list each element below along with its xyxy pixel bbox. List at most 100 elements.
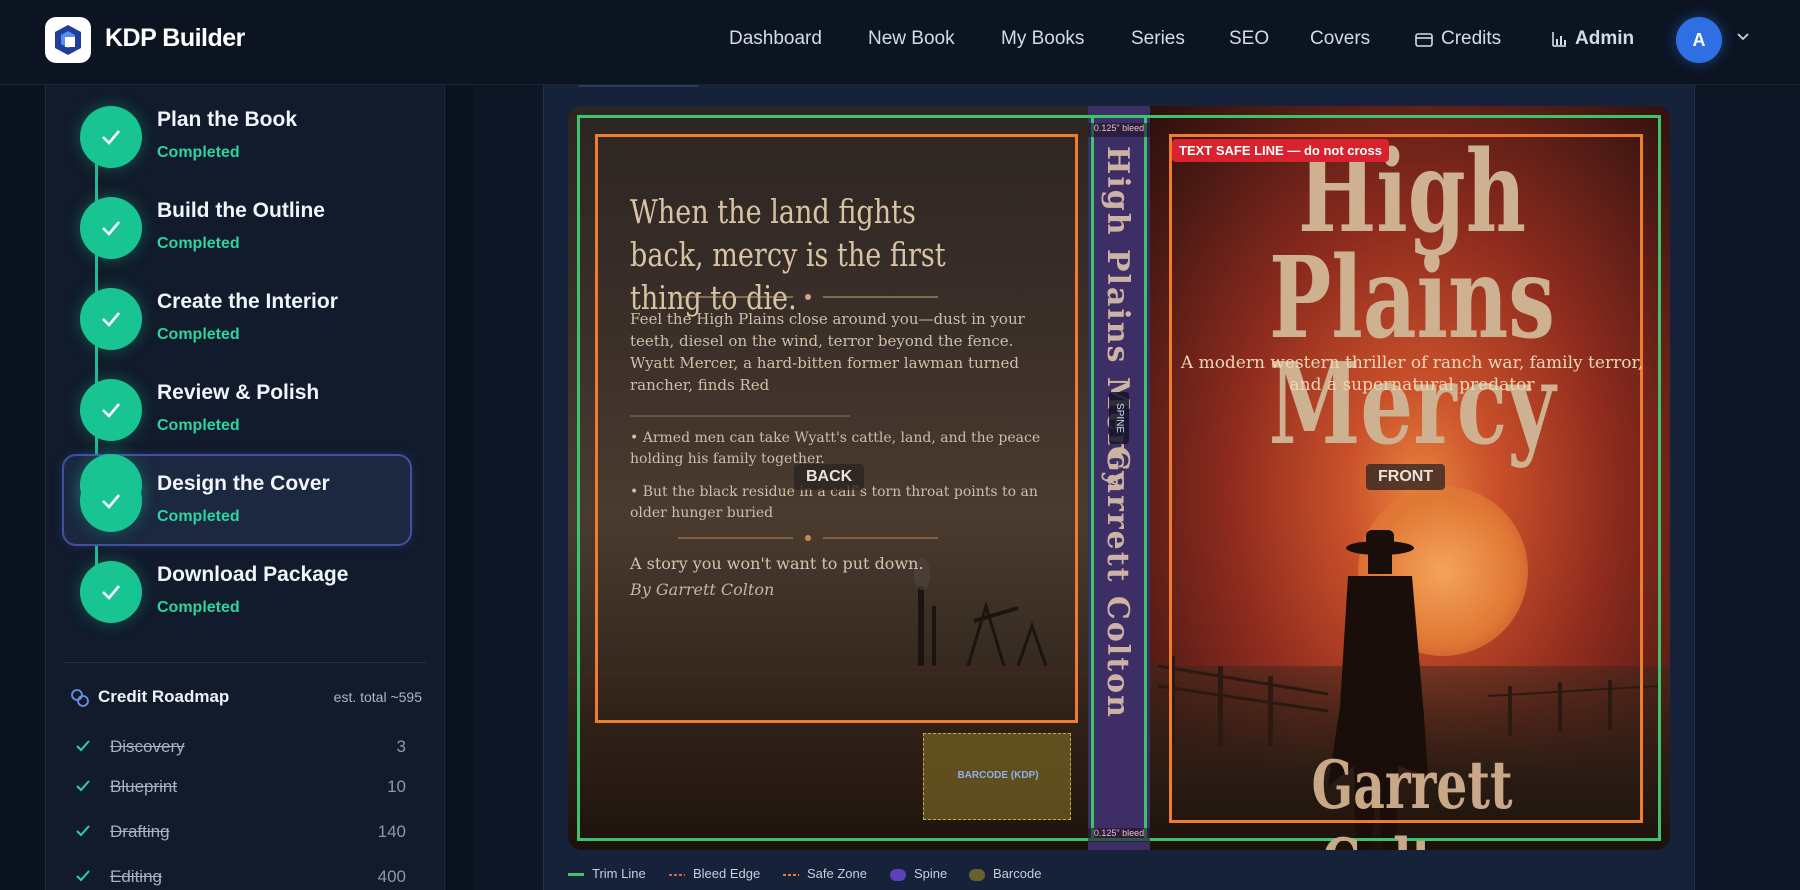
legend-trim-line: Trim Line <box>568 866 646 881</box>
dashed-line-swatch <box>783 873 799 876</box>
check-icon <box>102 494 120 509</box>
check-icon <box>76 870 90 882</box>
step-status: Completed <box>157 599 240 616</box>
step-status: Completed <box>157 144 240 161</box>
spine-author: Garrett Colton <box>1100 446 1135 719</box>
step-build-the-outline[interactable]: Build the Outline Completed <box>62 176 412 268</box>
front-subtitle: A modern western thriller of ranch war, … <box>1180 353 1644 395</box>
app-logo[interactable] <box>45 17 91 63</box>
coins-icon <box>71 689 89 707</box>
back-tagline: A story you won't want to put down. <box>630 554 924 573</box>
roadmap-item-credits: 400 <box>377 867 406 886</box>
nav-credits[interactable]: Credits <box>1415 28 1501 50</box>
roadmap-item-credits: 140 <box>377 822 406 841</box>
back-body-text: Feel the High Plains close around you—du… <box>630 310 1025 394</box>
legend-spine: Spine <box>890 866 947 881</box>
front-title-line: High Plains <box>1269 127 1555 364</box>
check-icon <box>76 740 90 752</box>
step-design-the-cover-content: Design the Cover Completed <box>62 449 412 541</box>
step-complete-badge <box>80 106 142 168</box>
step-status: Completed <box>157 326 240 343</box>
roadmap-item: Editing 400 <box>76 865 406 890</box>
cover-preview[interactable]: 0.125" bleed 0.125" bleed When the land … <box>568 106 1670 850</box>
legend-label: Barcode <box>993 866 1042 881</box>
step-review-polish[interactable]: Review & Polish Completed <box>62 358 412 450</box>
nav-new-book[interactable]: New Book <box>868 28 955 50</box>
legend-label: Trim Line <box>592 866 646 881</box>
legend-safe-zone: Safe Zone <box>783 866 867 881</box>
step-download-package[interactable]: Download Package Completed <box>62 540 412 632</box>
step-complete-badge <box>80 379 142 441</box>
step-title: Review & Polish <box>157 381 320 404</box>
brand-name[interactable]: KDP Builder <box>105 24 245 53</box>
roadmap-item-name: Blueprint <box>110 777 178 796</box>
legend-label: Safe Zone <box>807 866 867 881</box>
step-title: Build the Outline <box>157 199 325 222</box>
front-region-label: FRONT <box>1366 464 1446 490</box>
check-icon <box>76 780 90 792</box>
step-status: Completed <box>157 417 240 434</box>
nav-covers[interactable]: Covers <box>1310 28 1370 50</box>
spine-label: SPINE <box>1109 392 1129 444</box>
check-icon <box>102 130 120 145</box>
sidebar-divider <box>64 662 426 663</box>
legend-label: Spine <box>914 866 948 881</box>
front-author: Garrett Colton <box>1311 746 1513 850</box>
check-icon <box>102 585 120 600</box>
step-complete-badge <box>80 470 142 532</box>
roadmap-item-credits: 3 <box>396 737 406 756</box>
step-title: Create the Interior <box>157 290 338 313</box>
ornament-divider <box>678 294 938 300</box>
roadmap-item-credits: 10 <box>387 777 406 796</box>
spine-swatch <box>890 868 906 881</box>
legend-bleed-edge: Bleed Edge <box>669 866 760 881</box>
nav-admin-label: Admin <box>1575 28 1635 49</box>
user-avatar[interactable]: A <box>1676 17 1722 63</box>
text-safe-line-tag: TEXT SAFE LINE — do not cross <box>1172 139 1389 162</box>
credit-card-icon <box>1415 33 1433 47</box>
roadmap-item: Discovery 3 <box>76 735 406 761</box>
nav-dashboard[interactable]: Dashboard <box>729 28 822 50</box>
nav-admin[interactable]: Admin <box>1551 28 1634 50</box>
check-icon <box>102 221 120 236</box>
top-navbar: KDP Builder Dashboard New Book My Books … <box>0 0 1800 85</box>
legend-label: Bleed Edge <box>693 866 761 881</box>
roadmap-item: Blueprint 10 <box>76 775 406 801</box>
roadmap-item: Drafting 140 <box>76 820 406 846</box>
check-icon <box>102 403 120 418</box>
back-byline: By Garrett Colton <box>630 580 775 599</box>
step-create-the-interior[interactable]: Create the Interior Completed <box>62 267 412 359</box>
step-status: Completed <box>157 508 240 525</box>
workflow-sidebar: Plan the Book Completed Build the Outlin… <box>45 85 445 890</box>
credit-roadmap-title: Credit Roadmap <box>98 687 230 706</box>
ornament-divider <box>678 535 938 541</box>
front-title: High Plains Mercy <box>1234 127 1589 461</box>
nav-my-books[interactable]: My Books <box>1001 28 1084 50</box>
bleed-label-bottom: 0.125" bleed <box>1088 828 1150 842</box>
nav-seo[interactable]: SEO <box>1229 28 1269 50</box>
credit-roadmap-total: est. total ~595 <box>333 689 422 705</box>
thin-divider <box>630 415 850 417</box>
barcode-area: BARCODE (KDP) <box>923 733 1071 820</box>
back-region-label: BACK <box>794 464 865 490</box>
bleed-label-top: 0.125" bleed <box>1088 123 1150 137</box>
barcode-label: BARCODE (KDP) <box>957 770 1039 781</box>
step-plan-the-book[interactable]: Plan the Book Completed <box>62 85 412 177</box>
nav-series[interactable]: Series <box>1131 28 1185 50</box>
nav-credits-label: Credits <box>1441 28 1502 49</box>
step-title: Download Package <box>157 563 349 586</box>
step-status: Completed <box>157 235 240 252</box>
legend-barcode: Barcode <box>969 866 1041 881</box>
roadmap-item-name: Discovery <box>110 737 185 756</box>
roadmap-item-name: Drafting <box>110 822 170 841</box>
step-title: Design the Cover <box>157 472 330 495</box>
roadmap-item-name: Editing <box>110 867 162 886</box>
dashed-line-swatch <box>669 873 685 876</box>
step-complete-badge <box>80 561 142 623</box>
check-icon <box>102 312 120 327</box>
chevron-down-icon[interactable] <box>1736 30 1750 44</box>
step-title: Plan the Book <box>157 108 298 131</box>
step-complete-badge <box>80 288 142 350</box>
barcode-swatch <box>969 868 985 881</box>
panel-tab-indicator <box>578 85 698 87</box>
